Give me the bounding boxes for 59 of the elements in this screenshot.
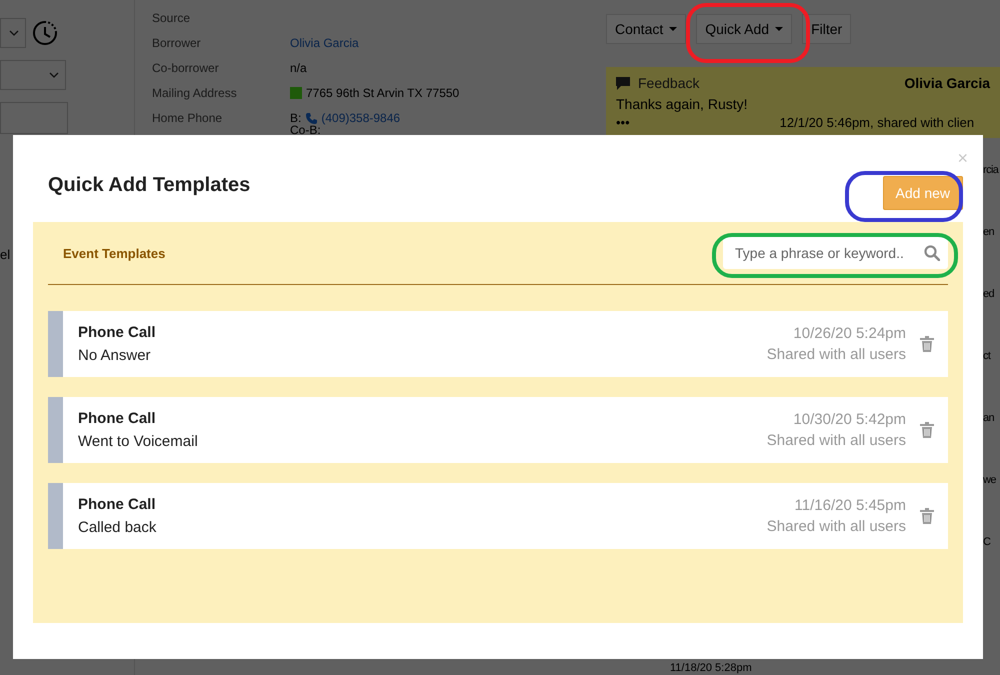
field-label: Co-borrower: [152, 60, 220, 74]
trash-icon[interactable]: [920, 422, 934, 438]
template-row[interactable]: Phone Call Called back 11/16/20 5:45pm Shared with all users: [48, 483, 948, 549]
chevron-icon: [49, 72, 59, 78]
template-name: Went to Voicemail: [78, 433, 199, 450]
event-time: 11/18/20 5:28pm: [670, 662, 752, 674]
template-type: Phone Call: [78, 324, 157, 341]
text-fragment: en: [983, 226, 996, 238]
input-field[interactable]: [0, 102, 68, 134]
trash-icon[interactable]: [920, 336, 934, 352]
phone-link[interactable]: (409)358-9846: [321, 110, 400, 124]
template-type: Phone Call: [78, 496, 157, 513]
phone-icon: [305, 112, 318, 124]
dialog-title: Quick Add Templates: [48, 174, 250, 197]
author-name: Olivia Garcia: [904, 75, 990, 91]
speech-bubble-icon: [616, 76, 630, 90]
field-label: Borrower: [152, 36, 202, 50]
select-field[interactable]: [0, 18, 26, 48]
chevron-icon: [9, 30, 19, 36]
field-value: n/a: [290, 60, 307, 74]
event-text: Thanks again, Rusty!: [616, 96, 749, 112]
template-date: 10/30/20 5:42pm: [792, 411, 906, 428]
clock-icon: [32, 20, 58, 46]
field-label: Home Phone: [152, 110, 224, 124]
event-meta: 12/1/20 5:46pm, shared with clien: [780, 115, 974, 130]
phone-prefix: Co-B:: [290, 122, 321, 136]
template-type: Phone Call: [78, 410, 157, 427]
more-button[interactable]: •••: [616, 115, 630, 130]
add-new-button[interactable]: Add new: [882, 176, 963, 210]
text-fragment: ed: [983, 288, 996, 300]
phone-prefix: B:: [290, 110, 302, 124]
text-fragment: C: [983, 536, 992, 548]
sharing-status: Shared with all users: [766, 518, 906, 535]
event-type: Feedback: [638, 75, 700, 91]
template-date: 11/16/20 5:45pm: [794, 497, 906, 514]
text-fragment: rcia: [983, 164, 998, 176]
text-fragment: we: [983, 474, 997, 486]
template-date: 10/26/20 5:24pm: [792, 325, 906, 342]
borrower-link[interactable]: Olivia Garcia: [290, 36, 359, 50]
template-row[interactable]: Phone Call Went to Voicemail 10/30/20 5:42pm Shared with all users: [48, 397, 948, 463]
toolbar-button[interactable]: Contact: [606, 14, 686, 44]
sharing-status: Shared with all users: [766, 432, 906, 449]
toolbar-button[interactable]: Quick Add: [696, 14, 792, 44]
field-value: 7765 96th St Arvin TX 77550: [306, 86, 460, 100]
field-label: Source: [152, 10, 192, 24]
text-fragment: el: [0, 247, 10, 262]
search-icon: [924, 245, 940, 261]
text-fragment: ct: [983, 350, 992, 362]
template-row[interactable]: Phone Call No Answer 10/26/20 5:24pm Shared with all users: [48, 311, 948, 377]
select-field[interactable]: [0, 60, 66, 90]
template-name: Called back: [78, 519, 158, 536]
trash-icon[interactable]: [920, 508, 934, 524]
text-fragment: an: [983, 412, 996, 424]
section-title: Event Templates: [62, 246, 166, 260]
search-field[interactable]: Type a phrase or keyword..: [723, 237, 948, 269]
template-name: No Answer: [78, 347, 152, 364]
sharing-status: Shared with all users: [766, 346, 906, 363]
field-label: Mailing Address: [152, 86, 238, 100]
toolbar-button[interactable]: Filter: [802, 14, 852, 44]
